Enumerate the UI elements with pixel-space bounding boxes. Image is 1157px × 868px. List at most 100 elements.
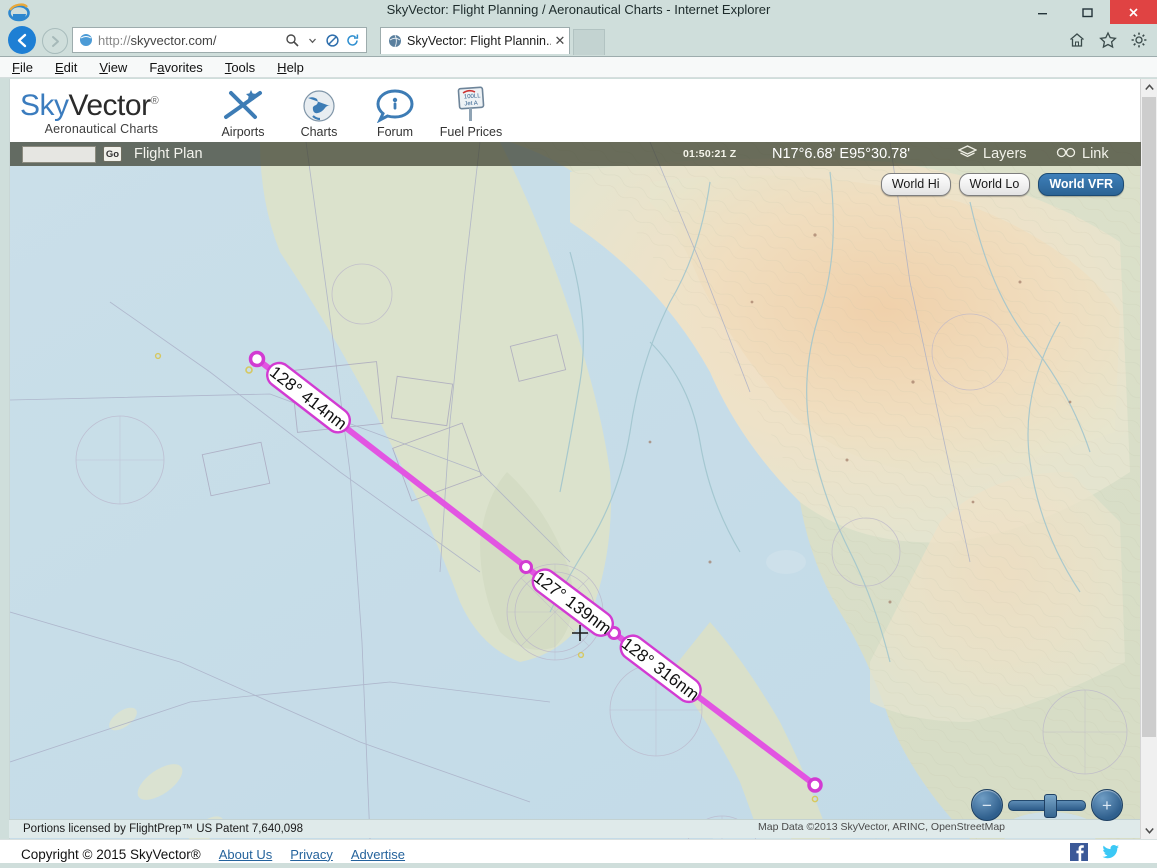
zoom-out-button[interactable]: − bbox=[971, 789, 1003, 821]
zoom-slider-track[interactable] bbox=[1008, 793, 1086, 818]
svg-text:Jet A: Jet A bbox=[464, 101, 478, 108]
nav-label-charts: Charts bbox=[300, 125, 338, 139]
window-left-edge bbox=[0, 79, 9, 868]
layers-icon bbox=[957, 144, 978, 164]
close-button[interactable] bbox=[1110, 0, 1157, 24]
go-button[interactable]: Go bbox=[103, 146, 122, 162]
chart-btn-world-lo[interactable]: World Lo bbox=[958, 173, 1031, 196]
cursor-coordinates: N17°6.68' E95°30.78' bbox=[772, 146, 911, 162]
chevron-down-icon[interactable] bbox=[304, 32, 321, 49]
map-canvas-area[interactable]: 128° 414nm 127° 139nm 128° 316nm Go Flig… bbox=[10, 142, 1141, 839]
home-icon[interactable] bbox=[1067, 30, 1087, 50]
refresh-icon[interactable] bbox=[344, 32, 361, 49]
menu-file-rest: ile bbox=[19, 59, 33, 75]
link-button[interactable]: Link bbox=[1056, 146, 1109, 163]
logo-trademark: ® bbox=[150, 95, 159, 107]
link-chain-icon bbox=[1056, 146, 1076, 163]
maximize-button[interactable] bbox=[1065, 0, 1110, 24]
link-label: Link bbox=[1082, 146, 1109, 162]
address-host: skyvector.com/ bbox=[130, 32, 217, 48]
search-icon[interactable] bbox=[284, 32, 301, 49]
skyvector-logo[interactable]: SkyVector® Aeronautical Charts bbox=[20, 89, 159, 137]
window-title: SkyVector: Flight Planning / Aeronautica… bbox=[386, 2, 771, 17]
chart-btn-world-hi[interactable]: World Hi bbox=[880, 173, 951, 196]
minimize-button[interactable] bbox=[1020, 0, 1065, 24]
logo-sky: Sky bbox=[20, 89, 69, 122]
menu-item-favorites[interactable]: Favorites bbox=[149, 60, 202, 75]
globe-icon bbox=[286, 85, 352, 123]
nav-label-fuel-prices: Fuel Prices bbox=[439, 125, 503, 139]
title-bar: SkyVector: Flight Planning / Aeronautica… bbox=[0, 0, 1157, 24]
menu-edit-rest: dit bbox=[63, 59, 78, 75]
forward-button[interactable] bbox=[42, 28, 68, 54]
footer-link-about-us[interactable]: About Us bbox=[219, 847, 272, 862]
nav-label-airports: Airports bbox=[221, 125, 265, 139]
scrollbar-thumb[interactable] bbox=[1142, 97, 1156, 737]
menu-item-tools[interactable]: Tools bbox=[225, 60, 255, 75]
nav-item-fuel-prices[interactable]: 100LL Jet A Fuel Prices bbox=[438, 85, 504, 139]
layers-label: Layers bbox=[983, 146, 1027, 162]
nav-item-charts[interactable]: Charts bbox=[286, 85, 352, 139]
aeronautical-chart-base bbox=[10, 142, 1141, 839]
airports-runway-icon bbox=[210, 85, 276, 123]
menu-item-edit[interactable]: Edit bbox=[55, 60, 77, 75]
scroll-down-icon[interactable] bbox=[1141, 822, 1157, 839]
logo-wordmark: SkyVector® bbox=[20, 89, 159, 122]
favorites-star-icon[interactable] bbox=[1098, 30, 1118, 50]
footer-link-privacy[interactable]: Privacy bbox=[290, 847, 333, 862]
menu-tools-rest: ools bbox=[231, 59, 256, 75]
nav-item-airports[interactable]: Airports bbox=[210, 85, 276, 139]
menu-item-view[interactable]: View bbox=[99, 60, 127, 75]
navigation-bar: http://skyvector.com/ SkyVector: Flight … bbox=[0, 24, 1157, 56]
flight-plan-search-input[interactable] bbox=[22, 145, 96, 163]
address-bar-icons bbox=[284, 32, 366, 49]
zoom-control: − + bbox=[971, 789, 1123, 821]
window-bottom-edge bbox=[0, 863, 1157, 868]
stop-icon[interactable] bbox=[324, 32, 341, 49]
address-favicon-icon bbox=[79, 33, 93, 47]
zoom-in-button[interactable]: + bbox=[1091, 789, 1123, 821]
logo-subtitle: Aeronautical Charts bbox=[44, 122, 159, 136]
menu-view-rest: iew bbox=[107, 59, 128, 75]
nav-label-forum: Forum bbox=[376, 125, 414, 139]
footer-link-advertise[interactable]: Advertise bbox=[351, 847, 405, 862]
layers-button[interactable]: Layers bbox=[957, 144, 1027, 164]
flight-plan-label[interactable]: Flight Plan bbox=[134, 146, 203, 162]
zoom-slider-thumb[interactable] bbox=[1043, 793, 1057, 818]
address-text: http://skyvector.com/ bbox=[98, 33, 284, 48]
browser-toolbar-icons bbox=[1067, 30, 1149, 50]
copyright-text: Copyright © 2015 SkyVector® bbox=[21, 846, 201, 862]
browser-tab[interactable]: SkyVector: Flight Plannin... ✕ bbox=[380, 27, 570, 54]
map-attribution: Map Data ©2013 SkyVector, ARINC, OpenStr… bbox=[758, 821, 1006, 833]
menu-item-file[interactable]: File bbox=[12, 60, 33, 75]
page-content: SkyVector® Aeronautical Charts Airports … bbox=[9, 79, 1143, 839]
svg-text:100LL: 100LL bbox=[464, 93, 482, 100]
menu-favorites-rest: vorites bbox=[164, 59, 203, 75]
scroll-up-icon[interactable] bbox=[1141, 79, 1157, 96]
new-tab-button[interactable] bbox=[573, 29, 605, 55]
tab-close-icon[interactable]: ✕ bbox=[551, 33, 569, 49]
back-button[interactable] bbox=[8, 26, 36, 54]
page-viewport: SkyVector® Aeronautical Charts Airports … bbox=[0, 79, 1157, 839]
map-toolbar: Go Flight Plan 01:50:21 Z N17°6.68' E95°… bbox=[10, 142, 1141, 166]
menu-help-rest: elp bbox=[286, 59, 304, 75]
page-scrollbar[interactable] bbox=[1140, 79, 1157, 839]
tab-favicon-icon bbox=[388, 34, 402, 48]
zulu-time: 01:50:21 Z bbox=[683, 148, 737, 160]
address-bar[interactable]: http://skyvector.com/ bbox=[72, 27, 367, 53]
menu-item-help[interactable]: Help bbox=[277, 60, 304, 75]
site-nav: Airports Charts Forum 100LL Jet A Fuel P… bbox=[210, 85, 504, 139]
window-controls bbox=[1020, 0, 1157, 24]
tools-gear-icon[interactable] bbox=[1129, 30, 1149, 50]
footer-links: About Us Privacy Advertise bbox=[219, 847, 405, 862]
browser-window: SkyVector: Flight Planning / Aeronautica… bbox=[0, 0, 1157, 868]
address-scheme: http:// bbox=[98, 32, 131, 48]
menu-bar: File Edit View Favorites Tools Help bbox=[0, 56, 1157, 78]
tab-title: SkyVector: Flight Plannin... bbox=[407, 34, 551, 48]
chart-btn-world-vfr[interactable]: World VFR bbox=[1038, 173, 1124, 196]
chart-type-selector: World Hi World Lo World VFR bbox=[880, 173, 1124, 196]
site-header: SkyVector® Aeronautical Charts Airports … bbox=[10, 79, 1143, 142]
nav-item-forum[interactable]: Forum bbox=[362, 85, 428, 139]
fuel-sign-icon: 100LL Jet A bbox=[438, 85, 504, 123]
speech-bubble-icon bbox=[362, 85, 428, 123]
